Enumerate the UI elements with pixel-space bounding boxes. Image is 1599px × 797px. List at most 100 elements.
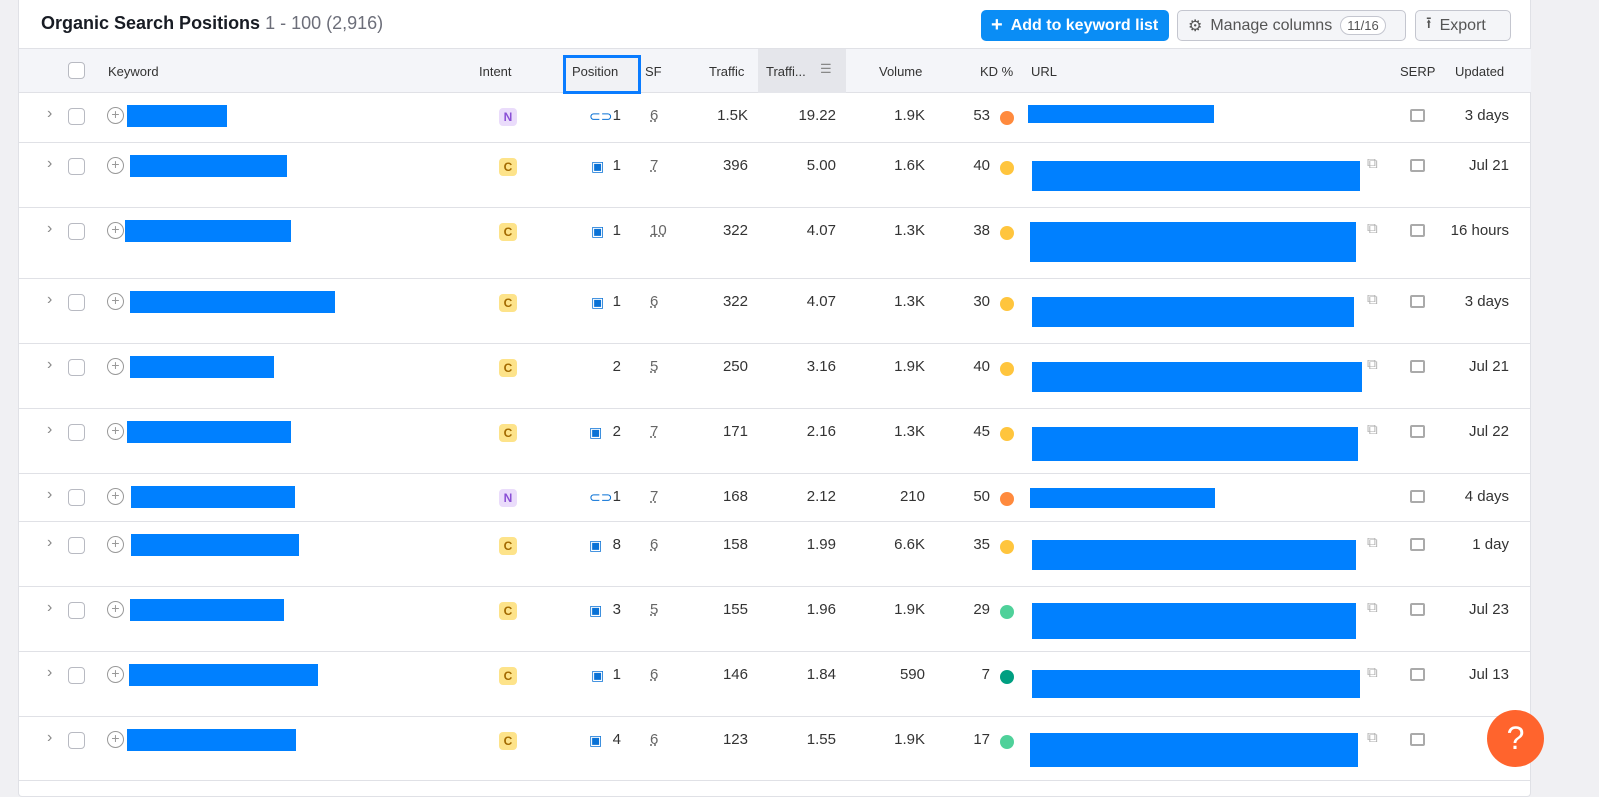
serp-preview-icon[interactable] xyxy=(1410,603,1425,616)
manage-columns-button[interactable]: ⚙ Manage columns 11/16 xyxy=(1177,10,1406,41)
serp-features-link[interactable]: 5 xyxy=(650,601,658,618)
help-button[interactable]: ? xyxy=(1487,710,1544,767)
url-redacted[interactable] xyxy=(1032,362,1362,392)
add-keyword-icon[interactable]: + xyxy=(107,157,124,174)
expand-chevron-icon[interactable]: › xyxy=(47,534,52,552)
add-keyword-icon[interactable]: + xyxy=(107,666,124,683)
external-link-icon[interactable]: ⧉ xyxy=(1367,664,1378,681)
serp-preview-icon[interactable] xyxy=(1410,733,1425,746)
add-keyword-icon[interactable]: + xyxy=(107,536,124,553)
external-link-icon[interactable]: ⧉ xyxy=(1367,599,1378,616)
row-checkbox[interactable] xyxy=(68,602,85,619)
serp-features-link[interactable]: 7 xyxy=(650,157,658,174)
external-link-icon[interactable]: ⧉ xyxy=(1367,155,1378,172)
keyword-redacted[interactable] xyxy=(127,105,227,127)
expand-chevron-icon[interactable]: › xyxy=(47,421,52,439)
keyword-redacted[interactable] xyxy=(130,155,287,177)
header-sf[interactable]: SF xyxy=(645,64,662,79)
serp-preview-icon[interactable] xyxy=(1410,425,1425,438)
keyword-redacted[interactable] xyxy=(130,291,335,313)
keyword-redacted[interactable] xyxy=(131,534,299,556)
serp-preview-icon[interactable] xyxy=(1410,668,1425,681)
row-checkbox[interactable] xyxy=(68,158,85,175)
serp-preview-icon[interactable] xyxy=(1410,295,1425,308)
serp-preview-icon[interactable] xyxy=(1410,490,1425,503)
external-link-icon[interactable]: ⧉ xyxy=(1367,220,1378,237)
serp-preview-icon[interactable] xyxy=(1410,159,1425,172)
url-redacted[interactable] xyxy=(1032,297,1354,327)
serp-features-link[interactable]: 7 xyxy=(650,423,658,440)
add-keyword-icon[interactable]: + xyxy=(107,293,124,310)
url-redacted[interactable] xyxy=(1032,427,1358,461)
serp-features-link[interactable]: 6 xyxy=(650,293,658,310)
row-checkbox[interactable] xyxy=(68,223,85,240)
serp-features-link[interactable]: 5 xyxy=(650,358,658,375)
serp-preview-icon[interactable] xyxy=(1410,224,1425,237)
row-checkbox[interactable] xyxy=(68,359,85,376)
expand-chevron-icon[interactable]: › xyxy=(47,155,52,173)
header-position[interactable]: Position xyxy=(572,64,618,79)
serp-features-link[interactable]: 7 xyxy=(650,488,658,505)
serp-preview-icon[interactable] xyxy=(1410,360,1425,373)
expand-chevron-icon[interactable]: › xyxy=(47,356,52,374)
sort-icon[interactable]: ☰ xyxy=(820,61,832,77)
url-redacted[interactable] xyxy=(1032,670,1360,698)
add-keyword-icon[interactable]: + xyxy=(107,222,124,239)
add-keyword-icon[interactable]: + xyxy=(107,601,124,618)
serp-features-link[interactable]: 10 xyxy=(650,222,667,239)
url-redacted[interactable] xyxy=(1032,603,1356,639)
add-keyword-icon[interactable]: + xyxy=(107,423,124,440)
serp-features-link[interactable]: 6 xyxy=(650,666,658,683)
expand-chevron-icon[interactable]: › xyxy=(47,486,52,504)
export-button[interactable]: ⭱ Export xyxy=(1415,10,1511,41)
url-redacted[interactable] xyxy=(1030,488,1215,508)
keyword-redacted[interactable] xyxy=(127,729,296,751)
add-keyword-icon[interactable]: + xyxy=(107,731,124,748)
external-link-icon[interactable]: ⧉ xyxy=(1367,356,1378,373)
row-checkbox[interactable] xyxy=(68,667,85,684)
row-checkbox[interactable] xyxy=(68,294,85,311)
header-intent[interactable]: Intent xyxy=(479,64,512,79)
header-kd[interactable]: KD % xyxy=(980,64,1013,79)
url-redacted[interactable] xyxy=(1032,161,1360,191)
serp-features-link[interactable]: 6 xyxy=(650,731,658,748)
add-keyword-icon[interactable]: + xyxy=(107,358,124,375)
url-redacted[interactable] xyxy=(1030,733,1358,767)
expand-chevron-icon[interactable]: › xyxy=(47,291,52,309)
add-keyword-icon[interactable]: + xyxy=(107,488,124,505)
keyword-redacted[interactable] xyxy=(130,356,274,378)
row-checkbox[interactable] xyxy=(68,108,85,125)
keyword-redacted[interactable] xyxy=(125,220,291,242)
row-checkbox[interactable] xyxy=(68,537,85,554)
serp-features-link[interactable]: 6 xyxy=(650,536,658,553)
external-link-icon[interactable]: ⧉ xyxy=(1367,291,1378,308)
serp-preview-icon[interactable] xyxy=(1410,538,1425,551)
header-traffic-pct[interactable]: Traffi... xyxy=(766,64,806,79)
keyword-redacted[interactable] xyxy=(130,599,284,621)
url-redacted[interactable] xyxy=(1030,222,1356,262)
external-link-icon[interactable]: ⧉ xyxy=(1367,421,1378,438)
row-checkbox[interactable] xyxy=(68,732,85,749)
keyword-redacted[interactable] xyxy=(131,486,295,508)
keyword-redacted[interactable] xyxy=(129,664,318,686)
url-redacted[interactable] xyxy=(1028,105,1214,123)
external-link-icon[interactable]: ⧉ xyxy=(1367,534,1378,551)
header-traffic[interactable]: Traffic xyxy=(709,64,744,79)
expand-chevron-icon[interactable]: › xyxy=(47,105,52,123)
serp-preview-icon[interactable] xyxy=(1410,109,1425,122)
expand-chevron-icon[interactable]: › xyxy=(47,220,52,238)
url-redacted[interactable] xyxy=(1032,540,1356,570)
header-keyword[interactable]: Keyword xyxy=(108,64,159,79)
select-all-checkbox[interactable] xyxy=(68,62,85,79)
serp-features-link[interactable]: 6 xyxy=(650,107,658,124)
add-keyword-icon[interactable]: + xyxy=(107,107,124,124)
header-volume[interactable]: Volume xyxy=(879,64,922,79)
external-link-icon[interactable]: ⧉ xyxy=(1367,729,1378,746)
expand-chevron-icon[interactable]: › xyxy=(47,599,52,617)
header-updated[interactable]: Updated xyxy=(1455,64,1504,79)
expand-chevron-icon[interactable]: › xyxy=(47,664,52,682)
row-checkbox[interactable] xyxy=(68,424,85,441)
keyword-redacted[interactable] xyxy=(127,421,291,443)
expand-chevron-icon[interactable]: › xyxy=(47,729,52,747)
row-checkbox[interactable] xyxy=(68,489,85,506)
